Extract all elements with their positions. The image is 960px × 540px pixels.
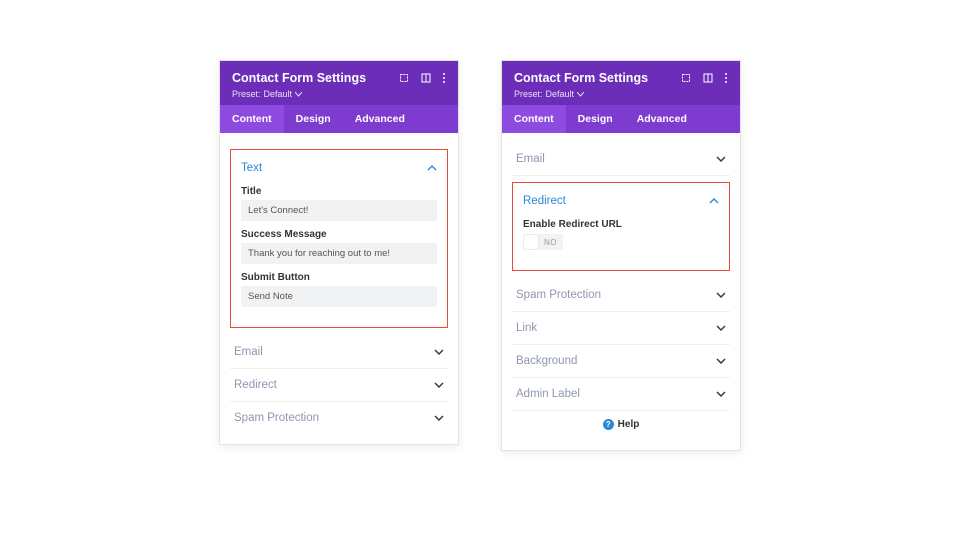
section-title: Redirect xyxy=(234,379,277,391)
tab-design[interactable]: Design xyxy=(284,105,343,133)
toggle-enable-redirect[interactable]: NO xyxy=(523,234,719,250)
submit-input[interactable]: Send Note xyxy=(241,286,437,307)
section-header-background[interactable]: Background xyxy=(512,345,730,377)
panel-header: Contact Form Settings Preset: Default xyxy=(220,61,458,105)
field-submit: Submit Button Send Note xyxy=(241,272,437,307)
field-title: Title Let's Connect! xyxy=(241,186,437,221)
field-label: Success Message xyxy=(241,229,437,240)
chevron-down-icon xyxy=(295,89,302,99)
tab-design[interactable]: Design xyxy=(566,105,625,133)
chevron-up-icon xyxy=(427,163,437,173)
tab-advanced[interactable]: Advanced xyxy=(343,105,417,133)
tabs: Content Design Advanced xyxy=(220,105,458,133)
columns-icon[interactable] xyxy=(702,72,714,84)
success-input[interactable]: Thank you for reaching out to me! xyxy=(241,243,437,264)
panel-header: Contact Form Settings Preset: Default xyxy=(502,61,740,105)
section-title: Admin Label xyxy=(516,388,580,400)
chevron-down-icon xyxy=(434,347,444,357)
help-link[interactable]: ? Help xyxy=(512,411,730,440)
section-link: Link xyxy=(512,312,730,345)
field-success: Success Message Thank you for reaching o… xyxy=(241,229,437,264)
section-redirect: Redirect xyxy=(230,369,448,402)
columns-icon[interactable] xyxy=(420,72,432,84)
section-background: Background xyxy=(512,345,730,378)
expand-icon[interactable] xyxy=(680,72,692,84)
preset-value: Default xyxy=(264,89,293,99)
header-icons xyxy=(398,72,446,84)
header-icons xyxy=(680,72,728,84)
chevron-down-icon xyxy=(434,380,444,390)
chevron-down-icon xyxy=(716,323,726,333)
section-header-spam[interactable]: Spam Protection xyxy=(230,402,448,434)
toggle-knob xyxy=(524,235,538,249)
panel-title: Contact Form Settings xyxy=(514,71,648,85)
chevron-up-icon xyxy=(709,196,719,206)
section-spam: Spam Protection xyxy=(230,402,448,434)
settings-panel-left: Contact Form Settings Preset: Default Co… xyxy=(219,60,459,445)
chevron-down-icon xyxy=(716,389,726,399)
chevron-down-icon xyxy=(434,413,444,423)
tab-content[interactable]: Content xyxy=(220,105,284,133)
section-title: Spam Protection xyxy=(516,289,601,301)
panel-content: Text Title Let's Connect! Success Messag… xyxy=(220,133,458,444)
help-label: Help xyxy=(618,419,640,430)
section-text: Text Title Let's Connect! Success Messag… xyxy=(230,149,448,328)
toggle-track: NO xyxy=(523,234,563,250)
tab-advanced[interactable]: Advanced xyxy=(625,105,699,133)
chevron-down-icon xyxy=(716,356,726,366)
section-header-email[interactable]: Email xyxy=(512,143,730,175)
title-input[interactable]: Let's Connect! xyxy=(241,200,437,221)
chevron-down-icon xyxy=(716,154,726,164)
tabs: Content Design Advanced xyxy=(502,105,740,133)
toggle-state-label: NO xyxy=(544,238,557,247)
section-header-redirect[interactable]: Redirect xyxy=(523,191,719,215)
tab-content[interactable]: Content xyxy=(502,105,566,133)
more-icon[interactable] xyxy=(724,72,728,84)
section-header-redirect[interactable]: Redirect xyxy=(230,369,448,401)
section-title: Background xyxy=(516,355,577,367)
section-header-email[interactable]: Email xyxy=(230,336,448,368)
section-email: Email xyxy=(512,143,730,176)
section-redirect: Redirect Enable Redirect URL NO xyxy=(512,182,730,271)
expand-icon[interactable] xyxy=(398,72,410,84)
section-body-redirect: Enable Redirect URL NO xyxy=(523,215,719,260)
chevron-down-icon xyxy=(577,89,584,99)
section-title: Redirect xyxy=(523,195,566,207)
preset-prefix: Preset: xyxy=(514,89,543,99)
field-label: Submit Button xyxy=(241,272,437,283)
section-title: Link xyxy=(516,322,537,334)
panel-content: Email Redirect Enable Redirect URL NO xyxy=(502,133,740,450)
more-icon[interactable] xyxy=(442,72,446,84)
preset-selector[interactable]: Preset: Default xyxy=(232,89,446,99)
preset-prefix: Preset: xyxy=(232,89,261,99)
section-header-admin-label[interactable]: Admin Label xyxy=(512,378,730,410)
section-body-text: Title Let's Connect! Success Message Tha… xyxy=(241,182,437,317)
section-header-link[interactable]: Link xyxy=(512,312,730,344)
preset-selector[interactable]: Preset: Default xyxy=(514,89,728,99)
section-email: Email xyxy=(230,336,448,369)
section-admin-label: Admin Label xyxy=(512,378,730,411)
field-label: Title xyxy=(241,186,437,197)
section-title: Spam Protection xyxy=(234,412,319,424)
field-enable-redirect: Enable Redirect URL NO xyxy=(523,219,719,250)
section-title: Email xyxy=(234,346,263,358)
help-icon: ? xyxy=(603,419,614,430)
section-spam: Spam Protection xyxy=(512,279,730,312)
section-header-spam[interactable]: Spam Protection xyxy=(512,279,730,311)
panel-title: Contact Form Settings xyxy=(232,71,366,85)
preset-value: Default xyxy=(546,89,575,99)
field-label: Enable Redirect URL xyxy=(523,219,719,230)
section-title: Email xyxy=(516,153,545,165)
settings-panel-right: Contact Form Settings Preset: Default Co… xyxy=(501,60,741,451)
chevron-down-icon xyxy=(716,290,726,300)
section-title: Text xyxy=(241,162,262,174)
section-header-text[interactable]: Text xyxy=(241,158,437,182)
